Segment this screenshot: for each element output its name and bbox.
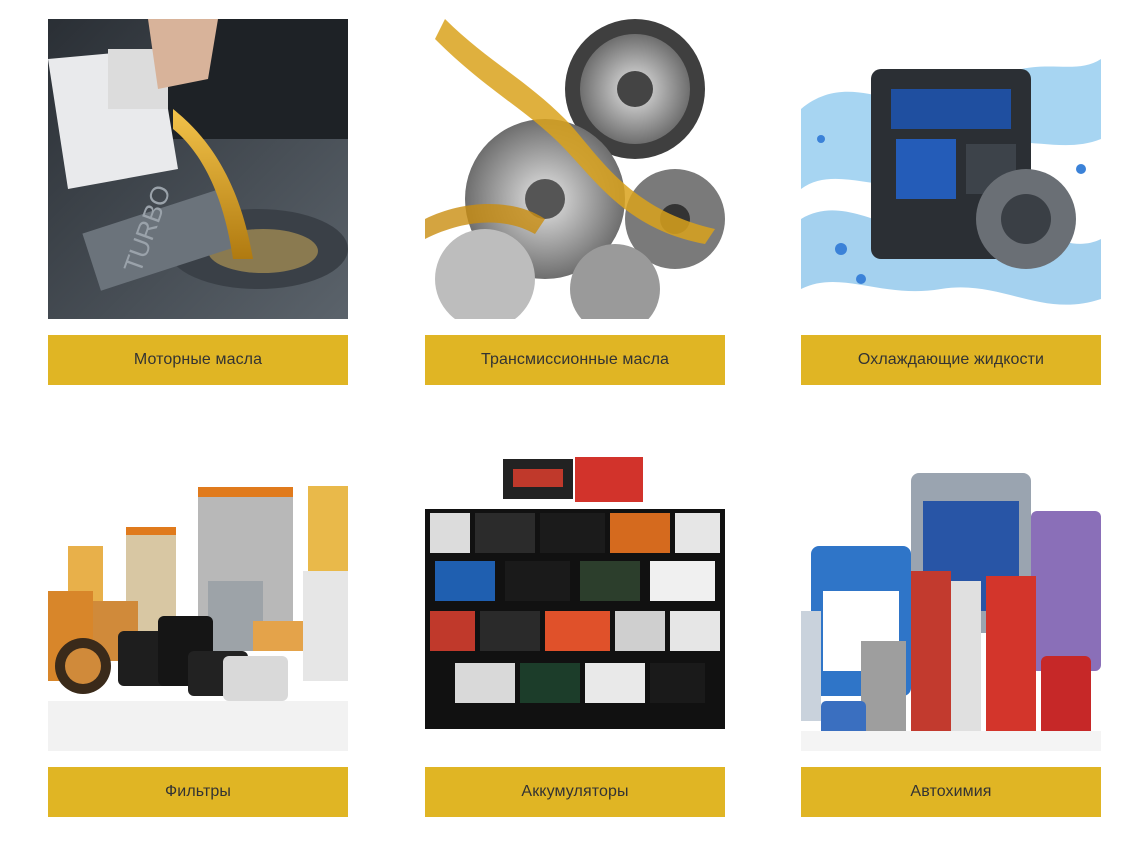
category-card-transmission-oils: Трансмиссионные масла <box>425 19 725 385</box>
category-label: Трансмиссионные масла <box>480 351 670 368</box>
category-card-motor-oils: TURBO Моторные масла <box>48 19 348 385</box>
category-card-auto-chemicals: Автохимия <box>801 451 1101 817</box>
category-card-filters: Фильтры <box>48 451 348 817</box>
batteries-image[interactable] <box>425 451 725 751</box>
auto-chemicals-image[interactable] <box>801 451 1101 751</box>
category-button-transmission-oils[interactable]: Трансмиссионные масла <box>425 335 725 385</box>
filters-image[interactable] <box>48 451 348 751</box>
coolant-engine-image[interactable] <box>801 19 1101 319</box>
category-label: Моторные масла <box>133 351 263 368</box>
category-label: Фильтры <box>165 783 231 800</box>
category-label: Аккумуляторы <box>521 783 629 800</box>
category-button-batteries[interactable]: Аккумуляторы <box>425 767 725 817</box>
category-button-coolants[interactable]: Охлаждающие жидкости <box>801 335 1101 385</box>
category-button-auto-chemicals[interactable]: Автохимия <box>801 767 1101 817</box>
category-button-motor-oils[interactable]: Моторные масла <box>48 335 348 385</box>
category-button-filters[interactable]: Фильтры <box>48 767 348 817</box>
motor-oil-image[interactable]: TURBO <box>48 19 348 319</box>
category-label: Автохимия <box>910 783 992 800</box>
gear-oil-image[interactable] <box>425 19 725 319</box>
category-label: Охлаждающие жидкости <box>857 351 1045 368</box>
category-card-coolants: Охлаждающие жидкости <box>801 19 1101 385</box>
category-card-batteries: Аккумуляторы <box>425 451 725 817</box>
